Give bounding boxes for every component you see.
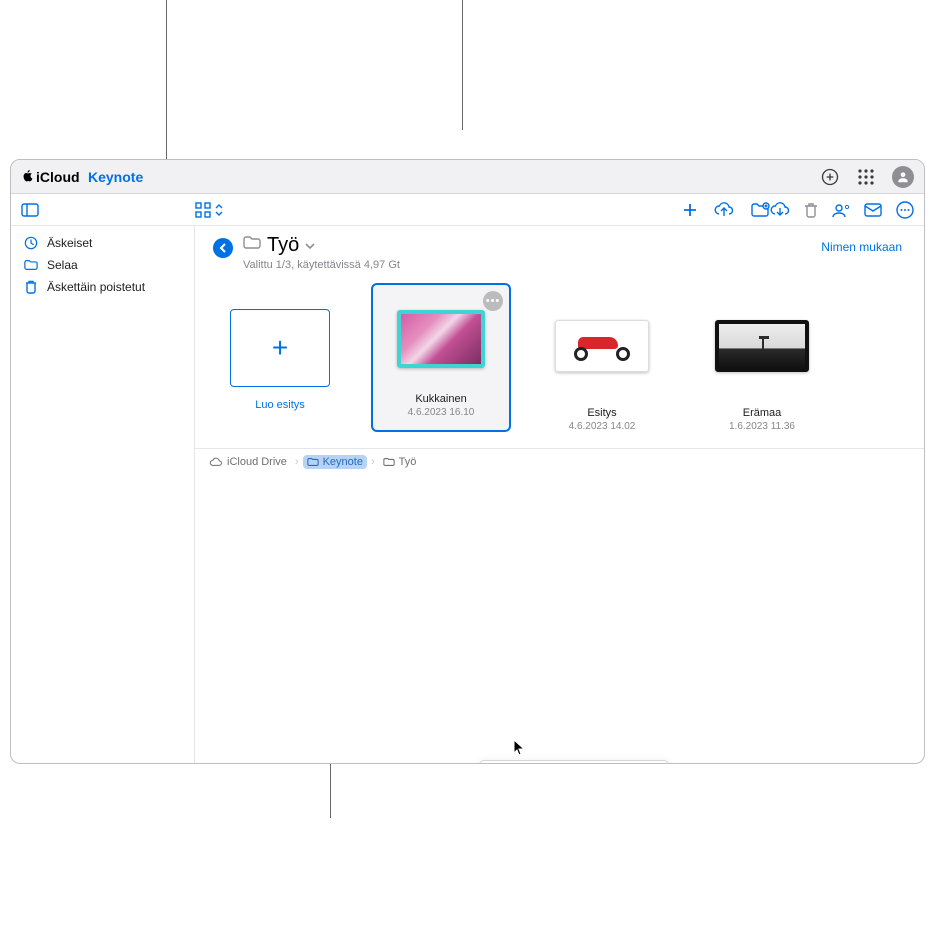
sidebar: Äskeiset Selaa Äskettäin poistetut (11, 226, 195, 763)
create-presentation-tile[interactable]: + Luo esitys (211, 291, 349, 432)
back-button[interactable] (213, 238, 233, 258)
brand-icloud: iCloud (36, 169, 80, 185)
sidebar-item-label: Äskettäin poistetut (47, 280, 145, 294)
toolbar (11, 194, 924, 226)
clock-icon (23, 236, 39, 250)
trash-icon (23, 280, 39, 294)
file-tile-esitys[interactable]: Esitys 4.6.2023 14.02 (533, 291, 671, 432)
toggle-sidebar-button[interactable] (21, 203, 39, 217)
account-avatar[interactable] (892, 166, 914, 188)
chevron-right-icon: › (371, 456, 375, 468)
brand[interactable]: iCloud Keynote (21, 168, 143, 186)
path-item-keynote[interactable]: Keynote (303, 455, 367, 469)
tile-more-button[interactable]: ••• (483, 291, 503, 311)
folder-icon (243, 236, 261, 255)
tile-name: Kukkainen (415, 393, 466, 405)
chevron-down-icon (305, 239, 315, 253)
path-item-icloud-drive[interactable]: iCloud Drive (205, 455, 291, 469)
cursor-icon (513, 739, 527, 757)
tile-date: 1.6.2023 11.36 (729, 421, 795, 432)
file-tile-kukkainen[interactable]: ••• Kukkainen 4.6.2023 16.10 (371, 283, 511, 432)
new-folder-button[interactable] (750, 202, 770, 218)
mail-button[interactable] (864, 203, 882, 217)
path-label: Työ (399, 456, 417, 468)
share-collaborate-button[interactable] (832, 202, 850, 218)
file-grid: + Luo esitys ••• Kukkainen 4.6.2023 16.1… (195, 275, 924, 448)
path-label: iCloud Drive (227, 456, 287, 468)
sidebar-item-recently-deleted[interactable]: Äskettäin poistetut (11, 276, 194, 298)
sort-button[interactable]: Nimen mukaan (821, 234, 902, 254)
create-label: Luo esitys (255, 399, 305, 411)
callout-line (330, 762, 331, 818)
chevron-right-icon: › (295, 456, 299, 468)
folder-header: Työ Valittu 1/3, käytettävissä 4,97 Gt N… (195, 226, 924, 275)
sidebar-item-browse[interactable]: Selaa (11, 254, 194, 276)
app-window: iCloud Keynote (10, 159, 925, 764)
path-label: Keynote (323, 456, 363, 468)
tile-date: 4.6.2023 14.02 (569, 421, 636, 432)
path-item-tyo[interactable]: Työ (379, 455, 421, 469)
tile-name: Esitys (587, 407, 616, 419)
grid-view-button[interactable] (195, 202, 211, 218)
titlebar: iCloud Keynote (11, 160, 924, 194)
thumbnail (715, 320, 809, 372)
cloud-icon (209, 457, 223, 467)
tile-date: 4.6.2023 16.10 (408, 407, 475, 418)
download-cloud-button[interactable] (770, 202, 790, 218)
callout-line (462, 0, 463, 130)
thumbnail (397, 310, 485, 368)
more-button[interactable] (896, 201, 914, 219)
file-tile-eramaa[interactable]: Erämaa 1.6.2023 11.36 (693, 291, 831, 432)
create-button[interactable] (820, 167, 840, 187)
folder-title[interactable]: Työ (243, 234, 400, 257)
plus-icon: + (272, 332, 288, 364)
upload-cloud-button[interactable] (714, 202, 734, 218)
apple-logo-icon (21, 169, 34, 185)
thumbnail (555, 320, 649, 372)
tile-name: Erämaa (743, 407, 782, 419)
folder-status: Valittu 1/3, käytettävissä 4,97 Gt (243, 259, 400, 271)
sidebar-item-recents[interactable]: Äskeiset (11, 232, 194, 254)
add-button[interactable] (682, 202, 698, 218)
folder-icon (383, 457, 395, 467)
drag-preview-chip: Kukkainen (479, 760, 669, 764)
main-content: Työ Valittu 1/3, käytettävissä 4,97 Gt N… (195, 226, 924, 763)
sidebar-item-label: Selaa (47, 258, 78, 272)
path-bar: iCloud Drive › Keynote › Työ (195, 448, 924, 474)
folder-name: Työ (267, 234, 299, 257)
sidebar-item-label: Äskeiset (47, 236, 92, 250)
folder-icon (307, 457, 319, 467)
view-options-chevrons-icon[interactable] (215, 203, 223, 217)
brand-app: Keynote (88, 169, 143, 185)
delete-button[interactable] (804, 202, 818, 218)
apps-grid-icon[interactable] (856, 167, 876, 187)
folder-icon (23, 259, 39, 271)
